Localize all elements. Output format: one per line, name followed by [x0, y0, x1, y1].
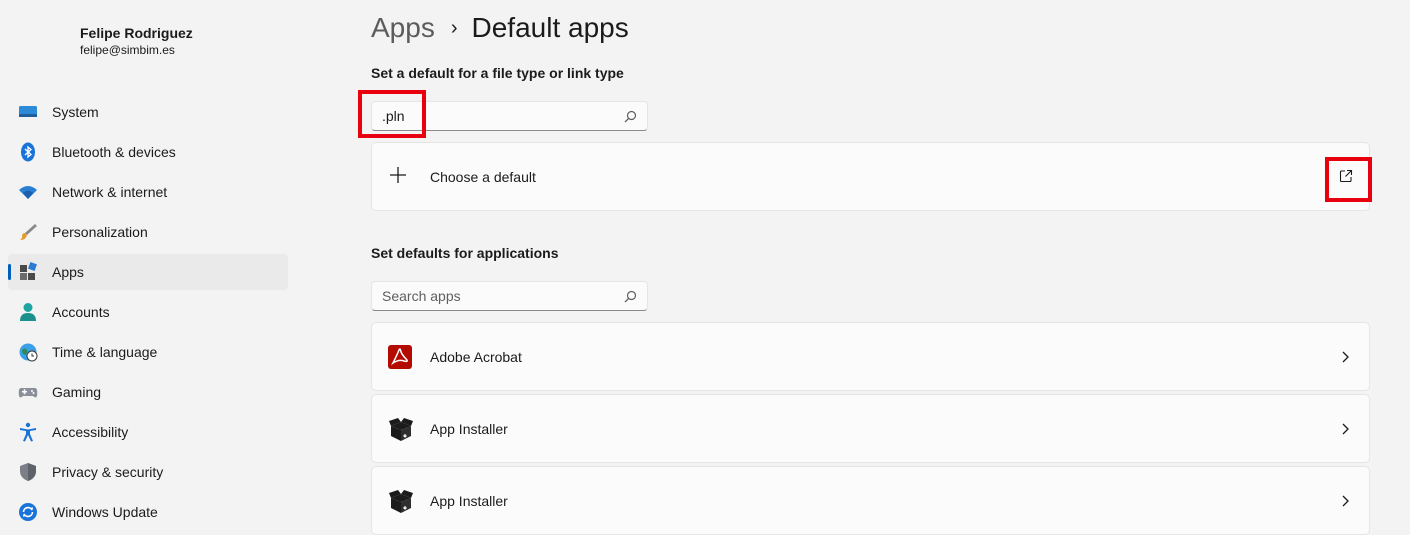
app-name: Adobe Acrobat [430, 349, 522, 365]
sidebar-item-label: Bluetooth & devices [52, 144, 176, 160]
app-list-item-app-installer[interactable]: App Installer [371, 394, 1370, 463]
filetype-search-input[interactable] [372, 102, 622, 130]
app-installer-icon [389, 418, 413, 441]
sidebar-item-label: Privacy & security [52, 464, 164, 480]
filetype-section-title: Set a default for a file type or link ty… [371, 65, 624, 81]
choose-default-card[interactable]: Choose a default [371, 142, 1370, 211]
choose-default-label: Choose a default [430, 169, 536, 185]
sidebar-item-label: Gaming [52, 384, 102, 400]
sidebar-item-system[interactable]: System [8, 94, 288, 130]
shield-icon [20, 463, 36, 481]
sidebar-item-label: System [52, 104, 99, 120]
sidebar-nav: System Bluetooth & devices Network & int… [8, 94, 288, 534]
sidebar-item-personalization[interactable]: Personalization [8, 214, 288, 250]
apps-icon [20, 262, 37, 280]
app-name: App Installer [430, 493, 508, 509]
system-icon [19, 106, 37, 117]
sidebar-item-privacy-security[interactable]: Privacy & security [8, 454, 288, 490]
app-list-item-app-installer[interactable]: App Installer [371, 466, 1370, 535]
bluetooth-icon [21, 142, 35, 162]
chevron-right-icon [1342, 423, 1349, 435]
app-installer-icon [389, 490, 413, 513]
plus-icon [390, 167, 406, 183]
sidebar-item-label: Accounts [52, 304, 110, 320]
breadcrumb: Apps › Default apps [371, 8, 629, 48]
breadcrumb-parent[interactable]: Apps [371, 12, 435, 44]
sidebar-item-label: Time & language [52, 344, 158, 360]
chevron-right-icon [1342, 351, 1349, 363]
sidebar-item-label: Windows Update [52, 504, 158, 520]
wifi-icon [19, 186, 37, 199]
user-profile[interactable]: Felipe Rodriguez felipe@simbim.es [80, 24, 193, 58]
sidebar: Felipe Rodriguez felipe@simbim.es System… [0, 0, 300, 530]
sidebar-item-network[interactable]: Network & internet [8, 174, 288, 210]
globe-clock-icon [19, 343, 38, 362]
user-email: felipe@simbim.es [80, 43, 175, 57]
sidebar-item-gaming[interactable]: Gaming [8, 374, 288, 410]
sidebar-item-bluetooth[interactable]: Bluetooth & devices [8, 134, 288, 170]
sidebar-item-apps[interactable]: Apps [8, 254, 288, 290]
app-name: App Installer [430, 421, 508, 437]
apps-search-input[interactable] [372, 282, 622, 310]
search-icon[interactable] [624, 110, 637, 123]
sidebar-item-label: Apps [52, 264, 84, 280]
sidebar-item-label: Personalization [52, 224, 148, 240]
sidebar-item-time-language[interactable]: Time & language [8, 334, 288, 370]
chevron-right-icon [1342, 495, 1349, 507]
update-icon [19, 503, 37, 521]
app-list-item-adobe-acrobat[interactable]: Adobe Acrobat [371, 322, 1370, 391]
sidebar-item-label: Accessibility [52, 424, 129, 440]
accessibility-icon [20, 422, 36, 442]
sidebar-item-accessibility[interactable]: Accessibility [8, 414, 288, 450]
adobe-acrobat-icon [388, 345, 412, 369]
sidebar-item-label: Network & internet [52, 184, 168, 200]
gamepad-icon [18, 388, 38, 398]
person-icon [20, 303, 36, 321]
user-name: Felipe Rodriguez [80, 25, 193, 41]
sidebar-item-windows-update[interactable]: Windows Update [8, 494, 288, 530]
apps-search-box [371, 281, 648, 311]
filetype-search-box [371, 101, 648, 131]
open-external-icon[interactable] [1339, 169, 1353, 183]
brush-icon [20, 224, 37, 240]
breadcrumb-chevron-icon: › [450, 16, 458, 39]
sidebar-item-accounts[interactable]: Accounts [8, 294, 288, 330]
search-icon[interactable] [624, 290, 637, 303]
page-title: Default apps [471, 12, 629, 43]
applications-section-title: Set defaults for applications [371, 245, 559, 261]
